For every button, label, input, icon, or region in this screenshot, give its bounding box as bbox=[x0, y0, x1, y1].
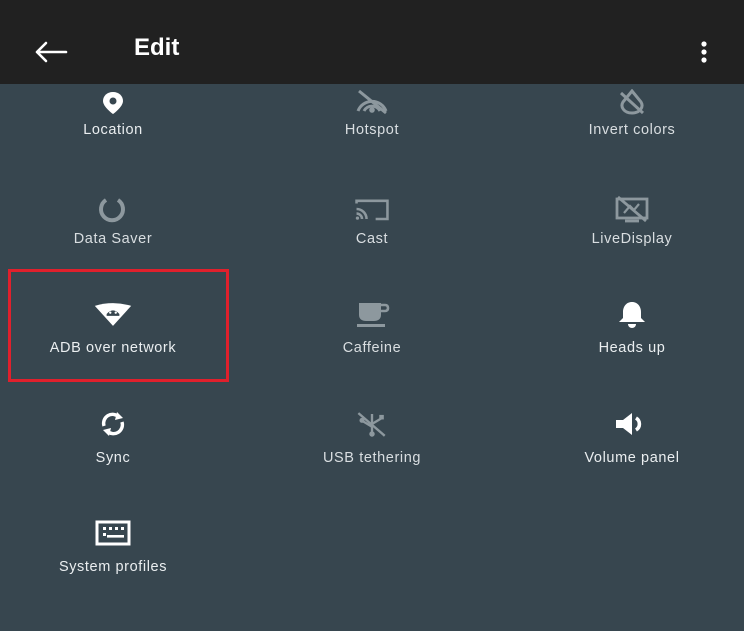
selection-highlight bbox=[8, 269, 229, 382]
tile-label: USB tethering bbox=[322, 450, 422, 466]
volume-icon bbox=[612, 408, 652, 440]
tile-caffeine[interactable]: Caffeine bbox=[248, 302, 496, 412]
tile-label: Location bbox=[83, 122, 143, 138]
tile-label: Heads up bbox=[598, 340, 666, 356]
tile-label: Cast bbox=[355, 231, 389, 247]
sync-icon bbox=[93, 408, 133, 440]
tile-label: Caffeine bbox=[342, 340, 402, 356]
tile-volume-panel[interactable]: Volume panel bbox=[508, 412, 744, 522]
tile-label: Volume panel bbox=[584, 450, 680, 466]
usb-tethering-icon bbox=[352, 408, 392, 440]
tile-label: LiveDisplay bbox=[591, 231, 673, 247]
arrow-left-icon bbox=[35, 41, 68, 63]
tile-label: Invert colors bbox=[588, 122, 676, 138]
tile-invert-colors[interactable]: Invert colors bbox=[508, 84, 744, 194]
tile-livedisplay[interactable]: LiveDisplay bbox=[508, 193, 744, 303]
tile-cast[interactable]: Cast bbox=[248, 193, 496, 303]
bell-icon bbox=[612, 298, 652, 330]
system-profiles-icon bbox=[93, 517, 133, 549]
tile-label: Sync bbox=[95, 450, 131, 466]
tile-usb-tethering[interactable]: USB tethering bbox=[248, 412, 496, 522]
tile-label: Data Saver bbox=[73, 231, 153, 247]
coffee-cup-icon bbox=[352, 298, 392, 330]
hotspot-icon bbox=[352, 86, 392, 118]
tile-label: Hotspot bbox=[344, 122, 400, 138]
back-button[interactable] bbox=[22, 28, 80, 76]
page-title: Edit bbox=[134, 34, 180, 61]
more-options-button[interactable] bbox=[686, 30, 722, 74]
cast-icon bbox=[352, 193, 392, 225]
tile-system-profiles[interactable]: System profiles bbox=[0, 520, 237, 631]
tile-heads-up[interactable]: Heads up bbox=[508, 302, 744, 412]
invert-colors-icon bbox=[612, 86, 652, 118]
more-vert-icon bbox=[701, 41, 707, 63]
livedisplay-icon bbox=[612, 193, 652, 225]
tile-label: System profiles bbox=[58, 559, 168, 575]
location-pin-icon bbox=[93, 86, 133, 118]
tile-location[interactable]: Location bbox=[0, 84, 237, 194]
data-saver-icon bbox=[93, 193, 133, 225]
app-bar: Edit bbox=[0, 0, 744, 84]
tile-hotspot[interactable]: Hotspot bbox=[248, 84, 496, 194]
tile-sync[interactable]: Sync bbox=[0, 412, 237, 522]
